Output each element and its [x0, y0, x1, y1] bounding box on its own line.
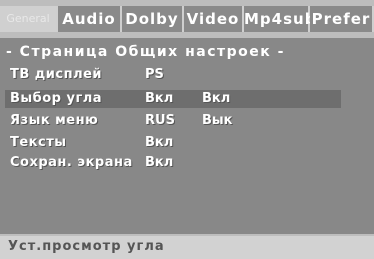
- setting-row-screensaver[interactable]: Сохран. экрана Вкл: [0, 154, 374, 172]
- setting-value: PS: [145, 67, 164, 82]
- setting-value: Вкл: [145, 155, 174, 170]
- setting-label: ТВ дисплей: [10, 67, 103, 82]
- setting-value: Вкл: [145, 135, 174, 150]
- page-title: - Страница Общих настроек -: [6, 44, 285, 60]
- settings-panel: - Страница Общих настроек - ТВ дисплей P…: [0, 38, 374, 234]
- setting-row-subtitles[interactable]: Тексты Вкл: [0, 134, 374, 152]
- setting-value: RUS: [145, 113, 175, 128]
- tab-prefer[interactable]: Prefer: [310, 6, 374, 32]
- setting-label: Язык меню: [10, 113, 99, 128]
- status-text: Уст.просмотр угла: [8, 239, 165, 254]
- setting-row-angle-select[interactable]: Выбор угла Вкл Вкл: [0, 90, 374, 108]
- option-on[interactable]: Вкл: [196, 90, 341, 108]
- setting-label: Сохран. экрана: [10, 155, 133, 170]
- tab-general[interactable]: General: [0, 6, 58, 32]
- status-bar: Уст.просмотр угла: [0, 236, 374, 259]
- setting-label: Выбор угла: [10, 91, 103, 106]
- tab-mp4sub[interactable]: Mp4sub: [244, 6, 315, 32]
- setting-value: Вкл: [145, 91, 174, 106]
- setting-row-menu-language[interactable]: Язык меню RUS Вык: [0, 112, 374, 130]
- tab-dolby[interactable]: Dolby: [122, 6, 184, 32]
- setting-row-tv-display[interactable]: ТВ дисплей PS: [0, 66, 374, 84]
- dvd-setup-screen: General Audio Dolby Video Mp4sub Prefer …: [0, 0, 374, 259]
- tab-video[interactable]: Video: [184, 6, 244, 32]
- option-off[interactable]: Вык: [196, 112, 341, 130]
- setting-label: Тексты: [10, 135, 67, 150]
- tab-audio[interactable]: Audio: [58, 6, 122, 32]
- tab-bar: General Audio Dolby Video Mp4sub Prefer: [0, 6, 374, 32]
